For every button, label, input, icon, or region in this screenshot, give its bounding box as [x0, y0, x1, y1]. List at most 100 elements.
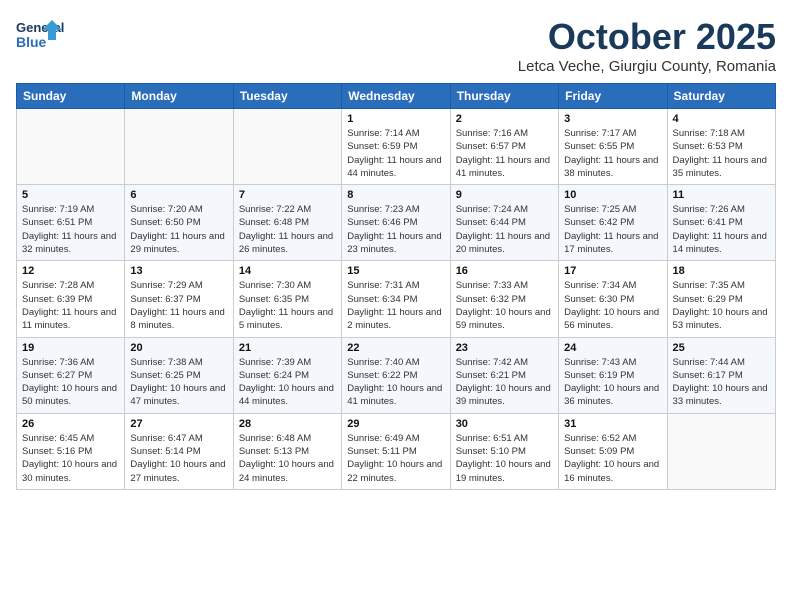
day-number: 31: [564, 418, 661, 430]
day-info: Sunrise: 6:45 AM Sunset: 5:16 PM Dayligh…: [22, 432, 119, 485]
page-header: General Blue October 2025 Letca Veche, G…: [16, 16, 776, 75]
day-info: Sunrise: 7:33 AM Sunset: 6:32 PM Dayligh…: [456, 279, 553, 332]
day-number: 19: [22, 342, 119, 354]
day-info: Sunrise: 6:48 AM Sunset: 5:13 PM Dayligh…: [239, 432, 336, 485]
calendar-cell: 17 Sunrise: 7:34 AM Sunset: 6:30 PM Dayli…: [559, 261, 667, 337]
day-info: Sunrise: 7:44 AM Sunset: 6:17 PM Dayligh…: [673, 356, 770, 409]
logo: General Blue: [16, 16, 64, 60]
column-header-monday: Monday: [125, 84, 233, 109]
column-header-thursday: Thursday: [450, 84, 558, 109]
svg-text:Blue: Blue: [16, 34, 47, 50]
calendar-cell: [125, 109, 233, 185]
calendar-cell: 2 Sunrise: 7:16 AM Sunset: 6:57 PM Daylig…: [450, 109, 558, 185]
calendar-cell: 18Sunrise: 7:35 AM Sunset: 6:29 PM Dayli…: [667, 261, 775, 337]
day-info: Sunrise: 7:25 AM Sunset: 6:42 PM Dayligh…: [564, 203, 661, 256]
column-header-sunday: Sunday: [17, 84, 125, 109]
calendar-table: SundayMondayTuesdayWednesdayThursdayFrid…: [16, 83, 776, 490]
calendar-cell: 9 Sunrise: 7:24 AM Sunset: 6:44 PM Daylig…: [450, 185, 558, 261]
calendar-cell: 31 Sunrise: 6:52 AM Sunset: 5:09 PM Dayli…: [559, 413, 667, 489]
day-info: Sunrise: 6:49 AM Sunset: 5:11 PM Dayligh…: [347, 432, 444, 485]
calendar-cell: 12 Sunrise: 7:28 AM Sunset: 6:39 PM Dayli…: [17, 261, 125, 337]
day-info: Sunrise: 7:38 AM Sunset: 6:25 PM Dayligh…: [130, 356, 227, 409]
calendar-cell: 1 Sunrise: 7:14 AM Sunset: 6:59 PM Daylig…: [342, 109, 450, 185]
calendar-cell: [667, 413, 775, 489]
column-header-wednesday: Wednesday: [342, 84, 450, 109]
day-info: Sunrise: 7:17 AM Sunset: 6:55 PM Dayligh…: [564, 127, 661, 180]
calendar-cell: 22 Sunrise: 7:40 AM Sunset: 6:22 PM Dayli…: [342, 337, 450, 413]
calendar-cell: 30 Sunrise: 6:51 AM Sunset: 5:10 PM Dayli…: [450, 413, 558, 489]
day-info: Sunrise: 7:30 AM Sunset: 6:35 PM Dayligh…: [239, 279, 336, 332]
title-block: October 2025 Letca Veche, Giurgiu County…: [518, 16, 776, 75]
day-info: Sunrise: 7:42 AM Sunset: 6:21 PM Dayligh…: [456, 356, 553, 409]
day-info: Sunrise: 7:26 AM Sunset: 6:41 PM Dayligh…: [673, 203, 770, 256]
day-info: Sunrise: 7:31 AM Sunset: 6:34 PM Dayligh…: [347, 279, 444, 332]
day-info: Sunrise: 7:39 AM Sunset: 6:24 PM Dayligh…: [239, 356, 336, 409]
day-number: 29: [347, 418, 444, 430]
day-info: Sunrise: 7:40 AM Sunset: 6:22 PM Dayligh…: [347, 356, 444, 409]
day-number: 4: [673, 113, 770, 125]
day-number: 15: [347, 265, 444, 277]
calendar-cell: 16 Sunrise: 7:33 AM Sunset: 6:32 PM Dayli…: [450, 261, 558, 337]
day-info: Sunrise: 7:28 AM Sunset: 6:39 PM Dayligh…: [22, 279, 119, 332]
calendar-cell: 13Sunrise: 7:29 AM Sunset: 6:37 PM Dayli…: [125, 261, 233, 337]
day-number: 7: [239, 189, 336, 201]
day-number: 27: [130, 418, 227, 430]
calendar-cell: 25Sunrise: 7:44 AM Sunset: 6:17 PM Dayli…: [667, 337, 775, 413]
logo-icon: General Blue: [16, 16, 64, 60]
day-info: Sunrise: 7:22 AM Sunset: 6:48 PM Dayligh…: [239, 203, 336, 256]
day-number: 11: [673, 189, 770, 201]
day-info: Sunrise: 7:14 AM Sunset: 6:59 PM Dayligh…: [347, 127, 444, 180]
calendar-cell: 6 Sunrise: 7:20 AM Sunset: 6:50 PM Daylig…: [125, 185, 233, 261]
day-number: 14: [239, 265, 336, 277]
day-info: Sunrise: 7:19 AM Sunset: 6:51 PM Dayligh…: [22, 203, 119, 256]
calendar-cell: [233, 109, 341, 185]
calendar-cell: 23Sunrise: 7:42 AM Sunset: 6:21 PM Dayli…: [450, 337, 558, 413]
day-number: 2: [456, 113, 553, 125]
day-number: 28: [239, 418, 336, 430]
day-info: Sunrise: 6:47 AM Sunset: 5:14 PM Dayligh…: [130, 432, 227, 485]
calendar-cell: 24 Sunrise: 7:43 AM Sunset: 6:19 PM Dayli…: [559, 337, 667, 413]
day-number: 12: [22, 265, 119, 277]
calendar-cell: 26 Sunrise: 6:45 AM Sunset: 5:16 PM Dayli…: [17, 413, 125, 489]
calendar-cell: 27 Sunrise: 6:47 AM Sunset: 5:14 PM Dayli…: [125, 413, 233, 489]
day-number: 16: [456, 265, 553, 277]
day-number: 10: [564, 189, 661, 201]
calendar-cell: 20 Sunrise: 7:38 AM Sunset: 6:25 PM Dayli…: [125, 337, 233, 413]
column-header-saturday: Saturday: [667, 84, 775, 109]
day-number: 21: [239, 342, 336, 354]
day-info: Sunrise: 7:24 AM Sunset: 6:44 PM Dayligh…: [456, 203, 553, 256]
calendar-cell: 14 Sunrise: 7:30 AM Sunset: 6:35 PM Dayli…: [233, 261, 341, 337]
day-number: 26: [22, 418, 119, 430]
day-info: Sunrise: 7:16 AM Sunset: 6:57 PM Dayligh…: [456, 127, 553, 180]
calendar-cell: 15 Sunrise: 7:31 AM Sunset: 6:34 PM Dayli…: [342, 261, 450, 337]
day-info: Sunrise: 6:51 AM Sunset: 5:10 PM Dayligh…: [456, 432, 553, 485]
column-header-friday: Friday: [559, 84, 667, 109]
day-number: 22: [347, 342, 444, 354]
day-info: Sunrise: 7:36 AM Sunset: 6:27 PM Dayligh…: [22, 356, 119, 409]
calendar-cell: 29 Sunrise: 6:49 AM Sunset: 5:11 PM Dayli…: [342, 413, 450, 489]
calendar-cell: 7 Sunrise: 7:22 AM Sunset: 6:48 PM Daylig…: [233, 185, 341, 261]
day-number: 9: [456, 189, 553, 201]
day-number: 3: [564, 113, 661, 125]
day-info: Sunrise: 7:20 AM Sunset: 6:50 PM Dayligh…: [130, 203, 227, 256]
day-number: 17: [564, 265, 661, 277]
day-number: 6: [130, 189, 227, 201]
day-number: 1: [347, 113, 444, 125]
day-number: 20: [130, 342, 227, 354]
day-number: 24: [564, 342, 661, 354]
day-info: Sunrise: 7:34 AM Sunset: 6:30 PM Dayligh…: [564, 279, 661, 332]
calendar-cell: 19 Sunrise: 7:36 AM Sunset: 6:27 PM Dayli…: [17, 337, 125, 413]
day-info: Sunrise: 7:43 AM Sunset: 6:19 PM Dayligh…: [564, 356, 661, 409]
calendar-cell: 5Sunrise: 7:19 AM Sunset: 6:51 PM Daylig…: [17, 185, 125, 261]
calendar-cell: [17, 109, 125, 185]
calendar-cell: 10 Sunrise: 7:25 AM Sunset: 6:42 PM Dayli…: [559, 185, 667, 261]
location-title: Letca Veche, Giurgiu County, Romania: [518, 58, 776, 75]
day-info: Sunrise: 6:52 AM Sunset: 5:09 PM Dayligh…: [564, 432, 661, 485]
calendar-cell: 21 Sunrise: 7:39 AM Sunset: 6:24 PM Dayli…: [233, 337, 341, 413]
month-title: October 2025: [518, 16, 776, 58]
day-info: Sunrise: 7:18 AM Sunset: 6:53 PM Dayligh…: [673, 127, 770, 180]
calendar-cell: 8Sunrise: 7:23 AM Sunset: 6:46 PM Daylig…: [342, 185, 450, 261]
day-number: 13: [130, 265, 227, 277]
calendar-cell: 3 Sunrise: 7:17 AM Sunset: 6:55 PM Daylig…: [559, 109, 667, 185]
day-number: 30: [456, 418, 553, 430]
